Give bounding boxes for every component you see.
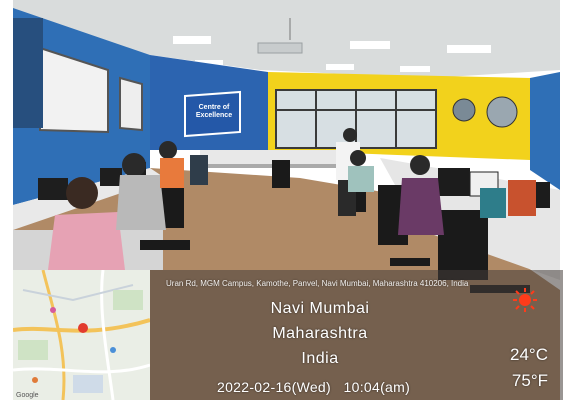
sign-line-2: Excellence — [195, 112, 233, 119]
temperature-fahrenheit: 75°F — [511, 371, 548, 390]
sign-line-1: Centre of — [198, 104, 230, 111]
lab-photo: Centre of Excellence Google Uran Rd, MGM… — [0, 0, 563, 400]
geotag-datetime: 2022-02-16(Wed) 10:04(am) — [217, 379, 411, 395]
wall-clock — [452, 98, 476, 122]
location-map-thumbnail: Google — [13, 270, 150, 400]
sun-icon — [513, 288, 537, 312]
ceiling-light — [326, 64, 354, 70]
ac-unit — [257, 42, 303, 54]
right-wall — [530, 72, 560, 190]
map-brand-logo: Google — [16, 392, 39, 399]
map-graphic — [13, 270, 150, 400]
geotag-city: Navi Mumbai — [270, 300, 370, 317]
ceiling-light — [400, 66, 430, 72]
wall-panel — [13, 18, 43, 128]
geotag-state: Maharashtra — [272, 325, 368, 342]
geotag-country: India — [301, 350, 339, 367]
geotag-address: Uran Rd, MGM Campus, Kamothe, Panvel, Na… — [166, 279, 469, 288]
sign-text: Centre of Excellence — [190, 104, 238, 120]
ceiling-light — [173, 36, 211, 44]
ceiling-light — [350, 41, 390, 49]
whiteboard — [119, 76, 143, 132]
monitor — [438, 168, 470, 196]
map-pin-icon — [78, 323, 88, 333]
desk — [200, 150, 340, 164]
monitor — [100, 168, 122, 186]
temperature-celsius: 24°C — [510, 345, 548, 364]
ceiling-light — [447, 45, 491, 53]
wall-clock — [486, 96, 518, 128]
monitor — [38, 178, 68, 200]
